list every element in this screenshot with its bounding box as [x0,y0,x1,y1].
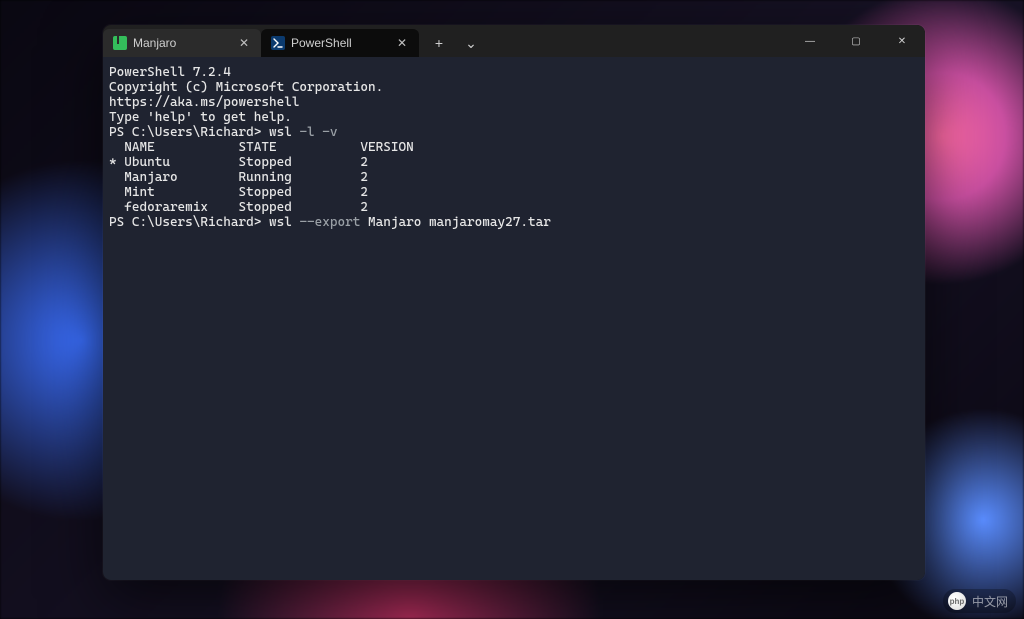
window-controls: — ▢ ✕ [787,25,925,57]
cmd-args: -l -v [299,125,337,140]
maximize-button[interactable]: ▢ [833,25,879,57]
terminal-line: Type 'help' to get help. [109,110,919,125]
terminal-line: PS C:\Users\Richard> wsl --export Manjar… [109,215,919,230]
close-window-button[interactable]: ✕ [879,25,925,57]
minimize-button[interactable]: — [787,25,833,57]
terminal-line: https://aka.ms/powershell [109,95,919,110]
table-row: fedoraremix Stopped 2 [109,200,919,215]
chevron-down-icon: ⌄ [465,35,477,52]
close-icon[interactable]: ✕ [393,36,411,50]
prompt-prefix: PS C:\Users\Richard> [109,215,269,230]
close-icon: ✕ [898,36,906,47]
tabbar-extras: + ⌄ [419,25,485,57]
prompt-prefix: PS C:\Users\Richard> [109,125,269,140]
table-row: Mint Stopped 2 [109,185,919,200]
terminal-line: PS C:\Users\Richard> wsl -l -v [109,125,919,140]
terminal-body[interactable]: PowerShell 7.2.4Copyright (c) Microsoft … [103,57,925,580]
site-watermark: php 中文网 [943,589,1016,613]
php-logo-icon: php [948,592,966,610]
titlebar[interactable]: Manjaro ✕ PowerShell ✕ + ⌄ — ▢ [103,25,925,57]
watermark-text: 中文网 [972,593,1008,610]
cmd-args: Manjaro manjaromay27.tar [368,215,551,230]
titlebar-drag-region[interactable] [485,25,787,57]
table-row: * Ubuntu Stopped 2 [109,155,919,170]
tab-powershell[interactable]: PowerShell ✕ [261,29,419,57]
tab-dropdown-button[interactable]: ⌄ [457,29,485,57]
manjaro-icon [113,36,127,50]
close-icon[interactable]: ✕ [235,36,253,50]
powershell-icon [271,36,285,50]
table-header: NAME STATE VERSION [109,140,919,155]
table-row: Manjaro Running 2 [109,170,919,185]
minimize-icon: — [805,36,815,47]
terminal-line: PowerShell 7.2.4 [109,65,919,80]
plus-icon: + [435,35,443,51]
terminal-line: Copyright (c) Microsoft Corporation. [109,80,919,95]
tab-manjaro[interactable]: Manjaro ✕ [103,29,261,57]
cmd: wsl [269,125,299,140]
cmd-flag: --export [299,215,368,230]
tab-label: PowerShell [291,36,387,50]
terminal-window: Manjaro ✕ PowerShell ✕ + ⌄ — ▢ [103,25,925,580]
maximize-icon: ▢ [851,36,860,47]
new-tab-button[interactable]: + [425,29,453,57]
cmd: wsl [269,215,299,230]
tab-label: Manjaro [133,36,229,50]
